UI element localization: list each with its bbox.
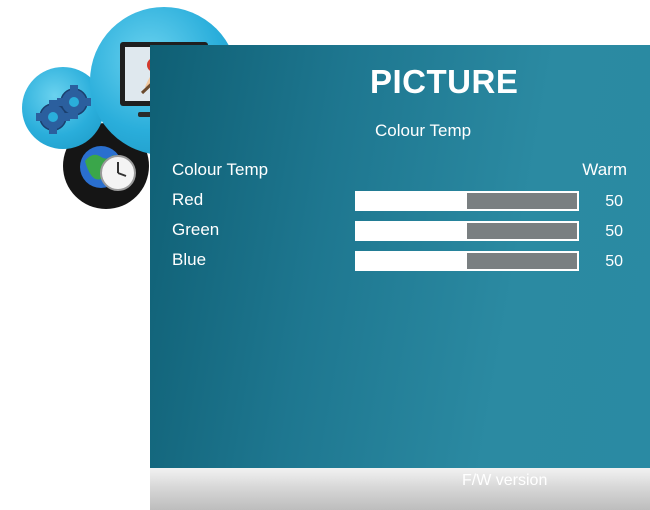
fw-version-label: F/W version bbox=[462, 472, 548, 489]
footer-bar: F/W version bbox=[150, 468, 650, 510]
green-value: 50 bbox=[605, 223, 623, 240]
menu-title: PICTURE bbox=[370, 63, 519, 100]
blue-label: Blue bbox=[172, 250, 207, 269]
blue-slider[interactable] bbox=[355, 251, 579, 271]
green-label: Green bbox=[172, 220, 220, 239]
blue-slider-fill bbox=[357, 253, 467, 269]
colour-temp-row[interactable]: Colour Temp Warm bbox=[172, 160, 627, 184]
red-slider[interactable] bbox=[355, 191, 579, 211]
green-slider[interactable] bbox=[355, 221, 579, 241]
submenu-title: Colour Temp bbox=[375, 121, 472, 140]
red-slider-fill bbox=[357, 193, 467, 209]
osd-screen: PICTURE Colour Temp Colour Temp Warm Red… bbox=[0, 0, 650, 510]
red-value: 50 bbox=[605, 193, 623, 210]
green-row[interactable]: Green 50 bbox=[172, 220, 627, 244]
blue-row[interactable]: Blue 50 bbox=[172, 250, 627, 274]
red-row[interactable]: Red 50 bbox=[172, 190, 627, 214]
red-label: Red bbox=[172, 190, 204, 209]
blue-value: 50 bbox=[605, 253, 623, 270]
picture-menu-panel: PICTURE Colour Temp Colour Temp Warm Red… bbox=[150, 45, 650, 510]
colour-temp-value: Warm bbox=[582, 160, 627, 179]
green-slider-fill bbox=[357, 223, 467, 239]
colour-temp-label: Colour Temp bbox=[172, 160, 269, 179]
